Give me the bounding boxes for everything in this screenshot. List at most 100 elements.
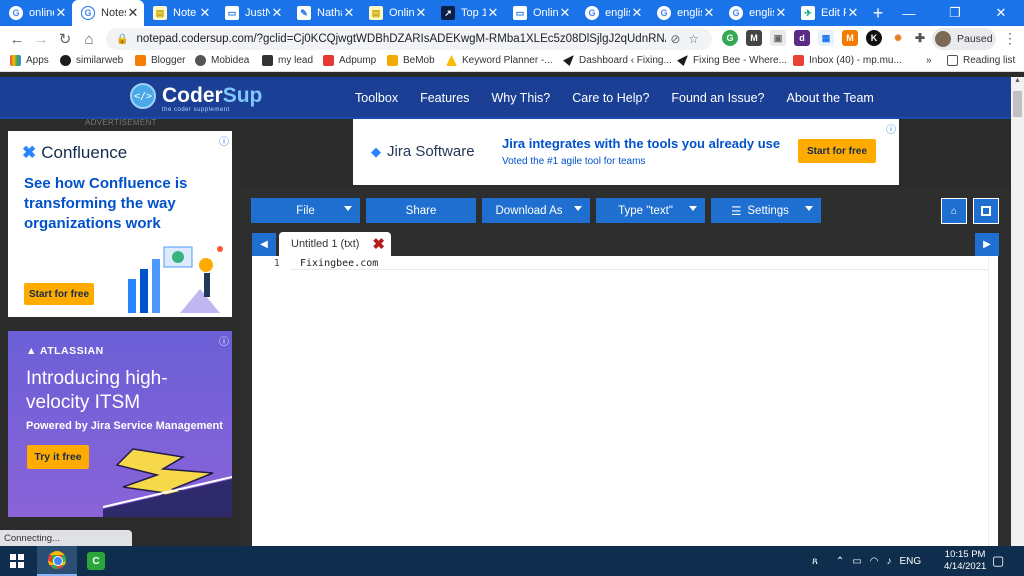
tab-scroll-left-button[interactable]: ◀ xyxy=(252,233,276,256)
text-editor[interactable]: 1 Fixingbee.com xyxy=(252,256,998,546)
extensions-puzzle-icon[interactable]: ✚ xyxy=(912,30,928,46)
battery-icon[interactable]: ▭ xyxy=(852,556,861,567)
profile-button[interactable]: Paused xyxy=(932,28,996,50)
browser-tab[interactable]: ↗ Top 1 ✕ xyxy=(432,0,504,26)
home-icon[interactable]: ⌂ xyxy=(77,27,101,51)
k-extension-icon[interactable]: K xyxy=(866,30,882,46)
close-tab-icon[interactable]: ✕ xyxy=(126,5,140,21)
bookmarks-overflow-icon[interactable]: » xyxy=(926,55,932,66)
lock-icon[interactable]: 🔒 xyxy=(116,34,128,45)
bookmark-item[interactable]: Fixing Bee - Where... xyxy=(677,55,787,66)
close-tab-icon[interactable]: ✕ xyxy=(342,5,356,21)
close-file-icon[interactable]: ✖ xyxy=(372,235,385,253)
close-tab-icon[interactable]: ✕ xyxy=(414,5,428,21)
close-tab-icon[interactable]: ✕ xyxy=(486,5,500,21)
restore-icon[interactable]: ❐ xyxy=(932,0,978,26)
nav-about-team[interactable]: About the Team xyxy=(787,91,874,105)
bookmark-item[interactable]: Dashboard ‹ Fixing... xyxy=(563,55,672,66)
confluence-cta-button[interactable]: Start for free xyxy=(24,283,94,305)
tracking-off-icon[interactable]: ⊘ xyxy=(666,32,684,46)
m-extension-icon[interactable]: M xyxy=(746,30,762,46)
browser-tab[interactable]: ▭ JustN ✕ xyxy=(216,0,288,26)
nav-why-this[interactable]: Why This? xyxy=(491,91,550,105)
jira-ad[interactable]: ⓘ ◆ Jira Software Jira integrates with th… xyxy=(353,119,899,185)
reload-icon[interactable]: ↻ xyxy=(53,27,77,51)
url-text[interactable]: notepad.codersup.com/?gclid=Cj0KCQjwgtWD… xyxy=(136,33,666,45)
codersup-logo[interactable]: </> CoderSup the coder supplement xyxy=(130,83,262,113)
forward-icon[interactable]: → xyxy=(29,27,53,51)
network-icon[interactable]: ◠ xyxy=(870,556,879,567)
close-tab-icon[interactable]: ✕ xyxy=(702,5,716,21)
bookmark-item[interactable]: Blogger xyxy=(135,55,185,66)
close-tab-icon[interactable]: ✕ xyxy=(846,5,860,21)
image-extension-icon[interactable]: ▣ xyxy=(770,30,786,46)
browser-tab[interactable]: Genglis✕ xyxy=(720,0,792,26)
nav-toolbox[interactable]: Toolbox xyxy=(355,91,398,105)
home-button[interactable]: ⌂ xyxy=(941,198,967,224)
nav-care-to-help[interactable]: Care to Help? xyxy=(572,91,649,105)
bookmark-item[interactable]: BeMob xyxy=(387,55,435,66)
page-scrollbar[interactable]: ▲ xyxy=(1011,77,1024,546)
tab-scroll-right-button[interactable]: ▶ xyxy=(975,233,999,256)
bookmark-item[interactable]: Keyword Planner -... xyxy=(446,55,553,66)
taskbar-chrome[interactable] xyxy=(37,546,77,576)
dev-extension-icon[interactable]: d xyxy=(794,30,810,46)
notification-icon[interactable]: ▢ xyxy=(992,553,1004,569)
nav-features[interactable]: Features xyxy=(420,91,469,105)
close-tab-icon[interactable]: ✕ xyxy=(270,5,284,21)
atlassian-ad[interactable]: ⓘ ▲ ATLASSIAN Introducing high-velocity … xyxy=(8,331,232,517)
clock[interactable]: 10:15 PM 4/14/2021 xyxy=(944,549,986,573)
volume-icon[interactable]: ♪ xyxy=(886,556,891,567)
moz-extension-icon[interactable]: M xyxy=(842,30,858,46)
browser-tab[interactable]: ✎ Natha✕ xyxy=(288,0,360,26)
editor-text[interactable]: Fixingbee.com xyxy=(300,258,378,269)
file-menu-button[interactable]: File xyxy=(251,198,360,223)
bookmark-item[interactable]: Inbox (40) - mp.mu... xyxy=(793,55,902,66)
type-select-button[interactable]: Type "text" xyxy=(596,198,705,223)
browser-tab[interactable]: ▤ Note ✕ xyxy=(144,0,216,26)
settings-button[interactable]: ☰ Settings xyxy=(711,198,821,223)
browser-tab[interactable]: Genglis✕ xyxy=(576,0,648,26)
settings-extension-icon[interactable]: ✺ xyxy=(890,30,906,46)
bookmark-item[interactable]: Adpump xyxy=(323,55,376,66)
editor-scrollbar[interactable] xyxy=(988,256,998,546)
close-tab-icon[interactable]: ✕ xyxy=(54,5,68,21)
browser-tab[interactable]: ✈ Edit P✕ xyxy=(792,0,864,26)
input-language[interactable]: ENG xyxy=(899,556,921,567)
bookmark-star-icon[interactable]: ☆ xyxy=(684,32,702,46)
confluence-ad[interactable]: ⓘ ✖ Confluence See how Confluence is tran… xyxy=(8,131,232,317)
taskbar-camtasia[interactable]: C xyxy=(76,546,116,576)
bookmark-apps[interactable]: Apps xyxy=(10,55,49,66)
close-tab-icon[interactable]: ✕ xyxy=(198,5,212,21)
bookmark-item[interactable]: similarweb xyxy=(60,55,123,66)
address-bar[interactable]: 🔒 notepad.codersup.com/?gclid=Cj0KCQjwgt… xyxy=(106,28,712,50)
chevron-up-icon[interactable]: ⌃ xyxy=(836,556,844,567)
scroll-up-icon[interactable]: ▲ xyxy=(1011,77,1024,89)
fullscreen-button[interactable] xyxy=(973,198,999,224)
ad-info-icon[interactable]: ⓘ xyxy=(219,333,229,348)
ad-info-icon[interactable]: ⓘ xyxy=(886,121,896,136)
back-icon[interactable]: ← xyxy=(5,27,29,51)
close-tab-icon[interactable]: ✕ xyxy=(774,5,788,21)
grammarly-icon[interactable]: G xyxy=(722,30,738,46)
browser-tab[interactable]: Genglis✕ xyxy=(648,0,720,26)
bookmark-item[interactable]: my lead xyxy=(262,55,313,66)
share-button[interactable]: Share xyxy=(366,198,476,223)
minimize-icon[interactable]: — xyxy=(886,0,932,26)
calendar-extension-icon[interactable]: ▦ xyxy=(818,30,834,46)
jira-cta-button[interactable]: Start for free xyxy=(798,139,876,163)
windows-start-icon[interactable] xyxy=(10,554,24,568)
browser-tab-active[interactable]: G Notes✕ xyxy=(72,0,144,26)
download-as-button[interactable]: Download As xyxy=(482,198,590,223)
browser-tab[interactable]: Gonline✕ xyxy=(0,0,72,26)
more-menu-icon[interactable]: ⋮ xyxy=(1003,30,1017,47)
browser-tab[interactable]: ▤ Onlin ✕ xyxy=(360,0,432,26)
close-tab-icon[interactable]: ✕ xyxy=(558,5,572,21)
close-window-icon[interactable]: ✕ xyxy=(978,0,1024,26)
file-tab[interactable]: Untitled 1 (txt) ✖ xyxy=(279,232,391,256)
people-icon[interactable]: ጸ xyxy=(812,556,818,567)
ad-info-icon[interactable]: ⓘ xyxy=(219,133,229,148)
scroll-thumb[interactable] xyxy=(1013,91,1022,117)
bookmark-item[interactable]: Mobidea xyxy=(195,55,249,66)
browser-tab[interactable]: ▭ Onlin ✕ xyxy=(504,0,576,26)
